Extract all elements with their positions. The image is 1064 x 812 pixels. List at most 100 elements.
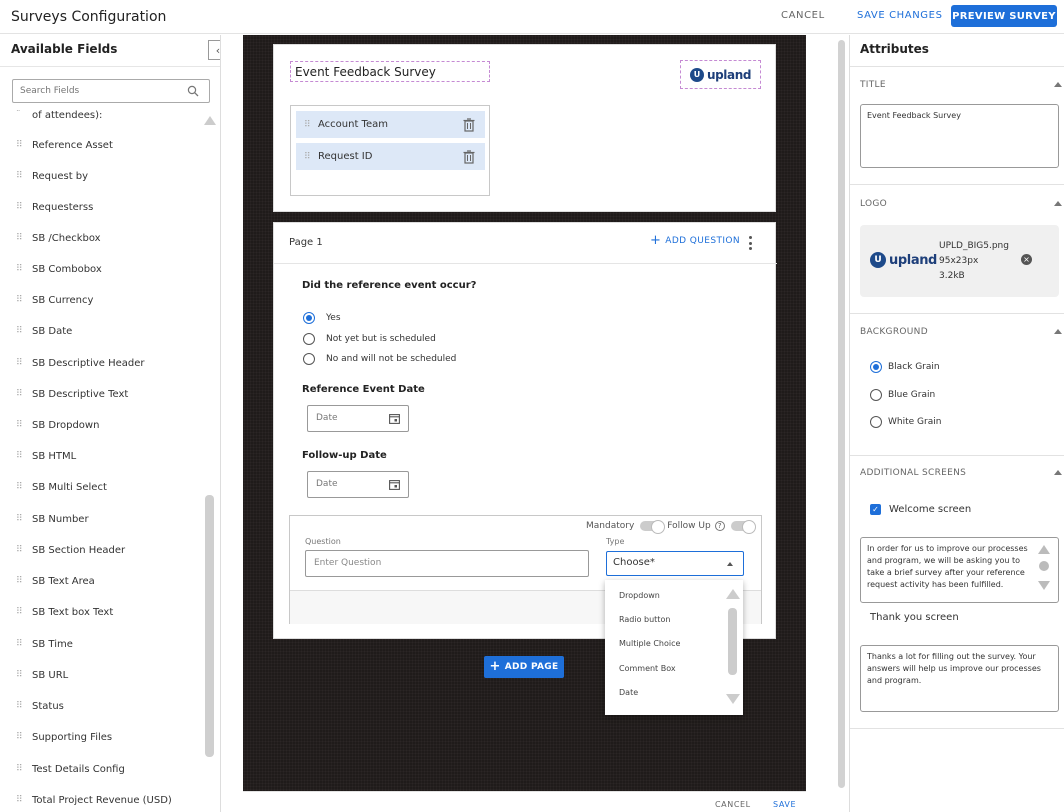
cancel-button[interactable]: CANCEL [781,10,825,21]
calendar-icon[interactable] [389,479,400,490]
thank-you-text-textarea[interactable]: Thanks a lot for filling out the survey.… [860,645,1059,712]
drag-handle-icon[interactable]: ⠿ [16,608,24,617]
background-option-blue[interactable]: Blue Grain [870,389,935,401]
calendar-icon[interactable] [389,413,400,424]
scroll-down-arrow[interactable] [1038,581,1050,590]
drag-handle-icon[interactable]: ⠿ [16,296,24,305]
more-options-icon[interactable] [746,236,754,250]
background-option-white[interactable]: White Grain [870,416,941,428]
field-list-item[interactable]: ⠿ SB Text Area [16,571,95,591]
scroll-up-arrow[interactable] [1038,545,1050,554]
radio-button[interactable] [870,389,882,401]
drag-handle-icon[interactable]: ⠿ [16,172,24,181]
drag-handle-icon[interactable]: ⠿ [16,671,24,680]
field-list-item[interactable]: ⠿ SB Text box Text [16,602,113,622]
scroll-up-arrow[interactable] [726,589,740,599]
radio-option-yes[interactable]: Yes [303,312,341,324]
checkbox-checked-icon[interactable]: ✓ [870,504,881,515]
drag-handle-icon[interactable]: ⠿ [16,390,24,399]
drag-handle-icon[interactable]: ⠿ [16,141,24,150]
dropdown-option[interactable]: Dropdown [619,591,660,600]
field-list-item[interactable]: ⠿ Supporting Files [16,727,112,747]
field-list-item[interactable]: ⠿ SB Combobox [16,259,102,279]
background-option-black[interactable]: Black Grain [870,361,940,373]
field-list-item[interactable]: ⠿ Requesterss [16,197,93,217]
field-list-item[interactable]: ⠿ Total Project Revenue (USD) [16,790,172,810]
dropdown-option[interactable]: Radio button [619,615,670,624]
drag-handle-icon[interactable]: ⠿ [16,765,24,774]
field-list-item[interactable]: ⠿ SB Descriptive Text [16,384,128,404]
search-input[interactable] [13,80,183,102]
save-changes-button[interactable]: SAVE CHANGES [857,10,943,21]
drag-handle-icon[interactable]: ⠿ [16,265,24,274]
drag-handle-icon[interactable]: ⠿ [16,546,24,555]
field-list-item[interactable]: ¨ of attendees): [16,105,102,125]
dropdown-option[interactable]: Comment Box [619,664,676,673]
field-list-item[interactable]: ⠿ SB Section Header [16,540,125,560]
field-list-item[interactable]: ⠿ Reference Asset [16,135,113,155]
header-field-tag[interactable]: ⠿ Request ID [296,143,485,170]
drag-handle-icon[interactable]: ¨ [16,111,24,120]
trash-icon[interactable] [463,150,475,164]
remove-logo-icon[interactable]: × [1021,254,1032,265]
chevron-up-icon[interactable] [1054,470,1062,475]
footer-cancel-button[interactable]: CANCEL [715,800,751,809]
drag-handle-icon[interactable]: ⠿ [16,327,24,336]
drag-handle-icon[interactable]: ⠿ [16,203,24,212]
radio-button[interactable] [303,312,315,324]
drag-handle-icon[interactable]: ⠿ [16,515,24,524]
welcome-screen-checkbox-row[interactable]: ✓ Welcome screen [870,504,971,515]
radio-button[interactable] [870,416,882,428]
dropdown-option[interactable]: Date [619,688,638,697]
field-list-item[interactable]: ⠿ SB Time [16,634,73,654]
chevron-up-icon[interactable] [1054,329,1062,334]
drag-handle-icon[interactable]: ⠿ [304,120,312,129]
drag-handle-icon[interactable]: ⠿ [16,640,24,649]
textarea-scrollbar[interactable] [1039,561,1049,571]
radio-button[interactable] [303,333,315,345]
field-list-scrollbar[interactable] [205,495,214,757]
field-list-item[interactable]: ⠿ SB /Checkbox [16,228,101,248]
drag-handle-icon[interactable]: ⠿ [16,359,24,368]
collapse-panel-button[interactable]: ‹ [208,40,220,60]
footer-save-button[interactable]: SAVE [773,800,796,809]
preview-survey-button[interactable]: PREVIEW SURVEY [951,5,1057,27]
canvas-scrollbar[interactable] [838,40,845,788]
mandatory-toggle[interactable] [640,520,666,534]
drag-handle-icon[interactable]: ⠿ [16,796,24,805]
field-list-item[interactable]: ⠿ SB Number [16,509,89,529]
title-textarea[interactable]: Event Feedback Survey [860,104,1059,168]
field-list-item[interactable]: ⠿ SB Dropdown [16,415,99,435]
scroll-down-arrow[interactable] [726,694,740,704]
field-list-item[interactable]: ⠿ SB Currency [16,290,93,310]
drag-handle-icon[interactable]: ⠿ [16,483,24,492]
drag-handle-icon[interactable]: ⠿ [16,702,24,711]
radio-button[interactable] [870,361,882,373]
follow-up-toggle[interactable] [730,520,756,534]
drag-handle-icon[interactable]: ⠿ [16,234,24,243]
radio-option-no[interactable]: No and will not be scheduled [303,353,456,365]
dropdown-option[interactable]: Multiple Choice [619,639,680,648]
reference-event-date-input[interactable]: Date [307,405,409,432]
drag-handle-icon[interactable]: ⠿ [304,152,312,161]
search-icon[interactable] [187,85,199,97]
field-list-item[interactable]: ⠿ SB Descriptive Header [16,353,145,373]
drag-handle-icon[interactable]: ⠿ [16,733,24,742]
survey-title[interactable]: Event Feedback Survey [290,61,490,82]
add-page-button[interactable]: + ADD PAGE [484,656,564,678]
drag-handle-icon[interactable]: ⠿ [16,452,24,461]
add-question-button[interactable]: + ADD QUESTION [650,234,740,247]
drag-handle-icon[interactable]: ⠿ [16,421,24,430]
chevron-up-icon[interactable] [1054,82,1062,87]
radio-button[interactable] [303,353,315,365]
help-icon[interactable]: ? [714,521,725,531]
radio-option-scheduled[interactable]: Not yet but is scheduled [303,333,436,345]
chevron-up-icon[interactable] [1054,201,1062,206]
field-list-item[interactable]: ⠿ SB Date [16,321,72,341]
scroll-up-arrow[interactable] [204,116,216,125]
header-field-tag[interactable]: ⠿ Account Team [296,111,485,138]
type-select[interactable]: Choose* [606,551,744,576]
field-list-item[interactable]: ⠿ Status [16,696,64,716]
field-list-item[interactable]: ⠿ SB HTML [16,446,76,466]
field-list-item[interactable]: ⠿ SB Multi Select [16,477,107,497]
